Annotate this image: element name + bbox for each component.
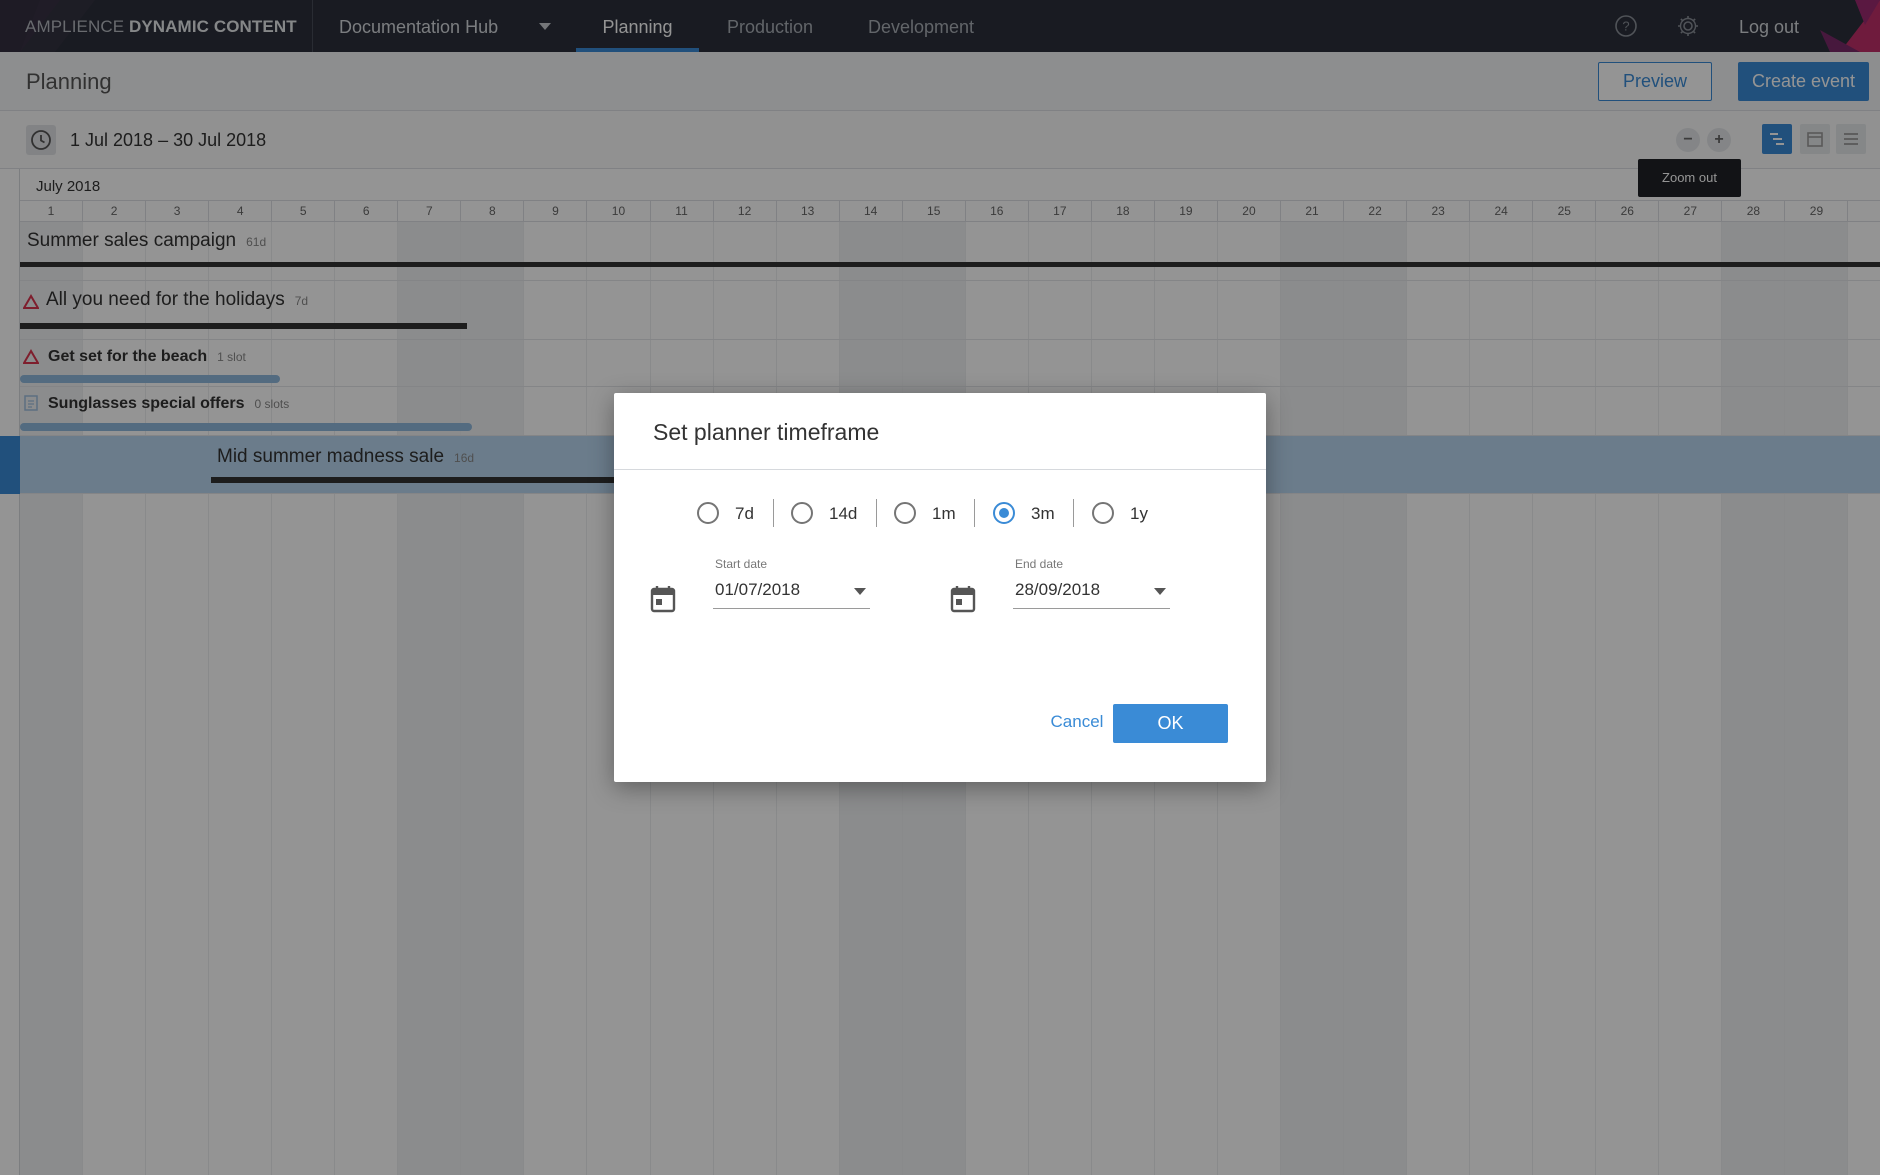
radio-3m[interactable]: 3m [993, 495, 1063, 531]
radio-separator [773, 499, 774, 527]
radio-label: 1m [932, 504, 956, 523]
start-date-value[interactable]: 01/07/2018 [715, 580, 800, 600]
radio-1m[interactable]: 1m [894, 495, 964, 531]
dialog-divider [614, 469, 1266, 470]
radio-7d[interactable]: 7d [697, 495, 761, 531]
radio-button[interactable] [697, 502, 719, 524]
timeframe-dialog: Set planner timeframe 7d 14d 1m 3m 1y St… [614, 393, 1266, 782]
radio-separator [1073, 499, 1074, 527]
radio-label: 3m [1031, 504, 1055, 523]
end-date-label: End date [1015, 557, 1064, 571]
end-date-value[interactable]: 28/09/2018 [1015, 580, 1100, 600]
cancel-button[interactable]: Cancel [1032, 703, 1122, 741]
calendar-icon[interactable] [950, 585, 976, 613]
chevron-down-icon[interactable] [1154, 588, 1166, 595]
start-date-field[interactable]: Start date 01/07/2018 [713, 557, 870, 615]
radio-separator [974, 499, 975, 527]
dialog-title: Set planner timeframe [653, 419, 880, 445]
radio-button[interactable] [791, 502, 813, 524]
ok-button[interactable]: OK [1113, 704, 1228, 743]
field-underline [1013, 608, 1170, 609]
start-date-label: Start date [715, 557, 768, 571]
radio-label: 14d [829, 504, 858, 523]
timeframe-radio-group: 7d 14d 1m 3m 1y [614, 495, 1266, 531]
radio-button[interactable] [1092, 502, 1114, 524]
end-date-field[interactable]: End date 28/09/2018 [1013, 557, 1170, 615]
radio-button-checked[interactable] [993, 502, 1015, 524]
radio-separator [876, 499, 877, 527]
radio-label: 1y [1130, 504, 1148, 523]
calendar-icon[interactable] [650, 585, 676, 613]
chevron-down-icon[interactable] [854, 588, 866, 595]
field-underline [713, 608, 870, 609]
radio-1y[interactable]: 1y [1092, 495, 1156, 531]
radio-14d[interactable]: 14d [791, 495, 861, 531]
radio-button[interactable] [894, 502, 916, 524]
radio-label: 7d [735, 504, 754, 523]
